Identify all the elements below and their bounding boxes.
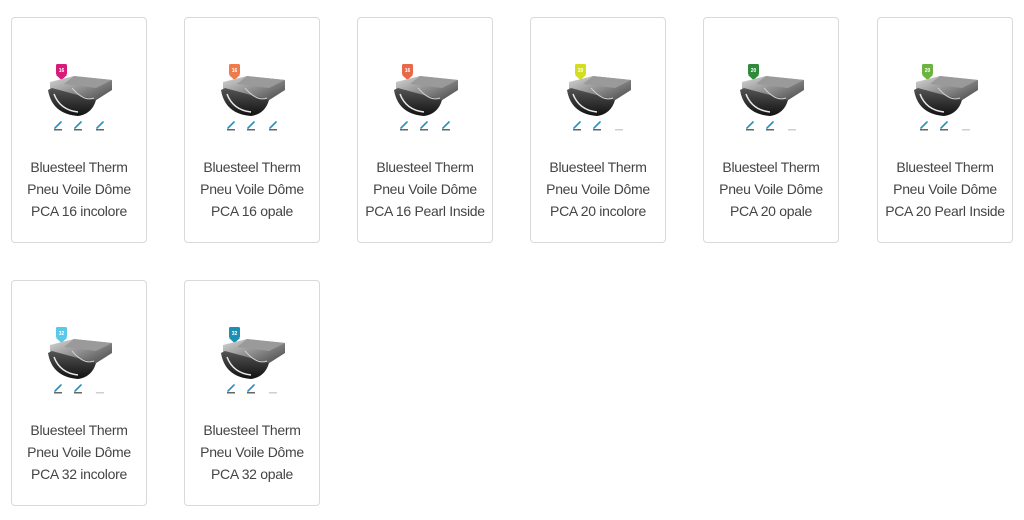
product-card[interactable]: 20 Bluesteel Therm Pneu Voile Dôme PCA 20 i… [530, 17, 666, 243]
svg-text:32: 32 [59, 331, 65, 337]
product-image: 20 [914, 64, 978, 131]
rating-icon [227, 121, 235, 131]
product-title-line: Bluesteel Therm [30, 159, 128, 175]
rating-icon [247, 121, 255, 131]
product-title-line: PCA 32 opale [210, 466, 294, 482]
rating-icon [54, 121, 62, 131]
rating-icon [615, 129, 623, 131]
rating-icon [96, 392, 104, 394]
product-title-line: Pneu Voile Dôme [373, 181, 477, 197]
rating-icon [420, 121, 428, 131]
skylight-dome-icon [48, 339, 112, 379]
rating-icon [54, 384, 62, 394]
rating-icon [400, 121, 408, 131]
product-title-line: PCA 16 opale [210, 203, 294, 219]
product-card[interactable]: 16 Bluesteel Therm Pneu Voile Dôme PCA 16 o… [184, 17, 320, 243]
product-title[interactable]: Bluesteel Therm Pneu Voile Dôme PCA 16 opa… [185, 156, 319, 222]
product-title[interactable]: Bluesteel Therm Pneu Voile Dôme PCA 16 Pea… [358, 156, 492, 222]
rating-icon [746, 121, 754, 131]
product-badge-icon: 32 [229, 327, 240, 343]
product-title[interactable]: Bluesteel Therm Pneu Voile Dôme PCA 20 inc… [531, 156, 665, 222]
rating-icon [96, 121, 104, 131]
product-title[interactable]: Bluesteel Therm Pneu Voile Dôme PCA 20 Pea… [878, 156, 1012, 222]
svg-text:16: 16 [59, 68, 65, 74]
product-title-line: Bluesteel Therm [896, 159, 994, 175]
product-card[interactable]: 32 Bluesteel Therm Pneu Voile Dôme PCA 32 i… [11, 280, 147, 506]
product-grid: 16 Bluesteel Therm Pneu Voile Dôme PCA 16 i… [0, 0, 1024, 520]
rating-icon [227, 384, 235, 394]
product-badge-icon: 20 [575, 64, 586, 80]
rating-icon [247, 384, 255, 394]
rating-icon [269, 392, 277, 394]
skylight-dome-icon [394, 76, 458, 116]
product-title-line: PCA 20 opale [729, 203, 813, 219]
product-card[interactable]: 20 Bluesteel Therm Pneu Voile Dôme PCA 20 P… [877, 17, 1013, 243]
product-card[interactable]: 16 Bluesteel Therm Pneu Voile Dôme PCA 16 i… [11, 17, 147, 243]
product-card[interactable]: 20 Bluesteel Therm Pneu Voile Dôme PCA 20 o… [703, 17, 839, 243]
product-title-line: PCA 20 Pearl Inside [885, 203, 1005, 219]
skylight-dome-icon [567, 76, 631, 116]
skylight-dome-icon [914, 76, 978, 116]
product-card[interactable]: 16 Bluesteel Therm Pneu Voile Dôme PCA 16 P… [357, 17, 493, 243]
product-image: 16 [48, 64, 112, 131]
product-title-line: PCA 16 Pearl Inside [365, 203, 485, 219]
product-title-line: PCA 32 incolore [31, 466, 127, 482]
rating-icon [593, 121, 601, 131]
rating-icon [766, 121, 774, 131]
rating-icon [788, 129, 796, 131]
product-title[interactable]: Bluesteel Therm Pneu Voile Dôme PCA 32 inc… [12, 419, 146, 485]
rating-icon [442, 121, 450, 131]
product-title[interactable]: Bluesteel Therm Pneu Voile Dôme PCA 20 opa… [704, 156, 838, 222]
product-image: 32 [221, 327, 285, 394]
skylight-dome-icon [48, 76, 112, 116]
product-title-line: Bluesteel Therm [203, 422, 301, 438]
product-title-line: Pneu Voile Dôme [27, 181, 131, 197]
svg-text:20: 20 [578, 68, 584, 74]
product-image: 16 [394, 64, 458, 131]
rating-icon [74, 121, 82, 131]
product-badge-icon: 20 [922, 64, 933, 80]
product-title-line: Bluesteel Therm [376, 159, 474, 175]
product-title[interactable]: Bluesteel Therm Pneu Voile Dôme PCA 32 opa… [185, 419, 319, 485]
product-badge-icon: 16 [56, 64, 67, 80]
skylight-dome-icon [221, 76, 285, 116]
skylight-dome-icon [221, 339, 285, 379]
product-image: 16 [221, 64, 285, 131]
product-badge-icon: 32 [56, 327, 67, 343]
product-image: 32 [48, 327, 112, 394]
svg-text:32: 32 [232, 331, 238, 337]
product-title-line: Bluesteel Therm [30, 422, 128, 438]
svg-text:20: 20 [925, 68, 931, 74]
product-image: 20 [567, 64, 631, 131]
product-title-line: Pneu Voile Dôme [27, 444, 131, 460]
product-title-line: Pneu Voile Dôme [200, 181, 304, 197]
product-title-line: Bluesteel Therm [549, 159, 647, 175]
product-title-line: PCA 20 incolore [550, 203, 646, 219]
svg-text:16: 16 [405, 68, 411, 74]
rating-icon [74, 384, 82, 394]
skylight-dome-icon [740, 76, 804, 116]
rating-icon [269, 121, 277, 131]
product-badge-icon: 20 [748, 64, 759, 80]
product-title-line: Bluesteel Therm [203, 159, 301, 175]
svg-text:16: 16 [232, 68, 238, 74]
product-badge-icon: 16 [229, 64, 240, 80]
rating-icon [573, 121, 581, 131]
product-title-line: Pneu Voile Dôme [546, 181, 650, 197]
rating-icon [962, 129, 970, 131]
svg-text:20: 20 [751, 68, 757, 74]
product-card[interactable]: 32 Bluesteel Therm Pneu Voile Dôme PCA 32 o… [184, 280, 320, 506]
product-title-line: Pneu Voile Dôme [893, 181, 997, 197]
rating-icon [940, 121, 948, 131]
product-badge-icon: 16 [402, 64, 413, 80]
product-title[interactable]: Bluesteel Therm Pneu Voile Dôme PCA 16 inc… [12, 156, 146, 222]
product-title-line: Pneu Voile Dôme [200, 444, 304, 460]
product-title-line: Bluesteel Therm [722, 159, 820, 175]
product-title-line: Pneu Voile Dôme [719, 181, 823, 197]
rating-icon [920, 121, 928, 131]
product-title-line: PCA 16 incolore [31, 203, 127, 219]
product-image: 20 [740, 64, 804, 131]
